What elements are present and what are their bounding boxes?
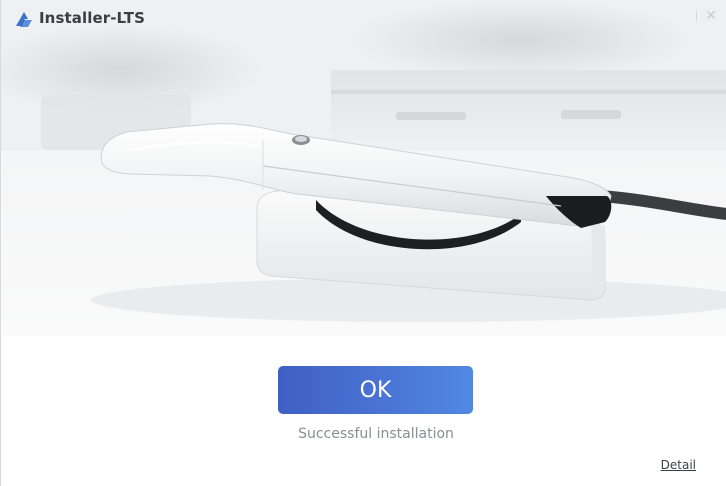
scanner-illustration [1, 0, 726, 336]
installer-logo-icon [15, 11, 33, 29]
close-icon[interactable]: ✕ [696, 6, 721, 26]
ok-button[interactable]: OK [278, 366, 473, 414]
status-message: Successful installation [298, 426, 454, 442]
window-title: Installer-LTS [39, 9, 145, 27]
hero-image: Installer-LTS ✕ [1, 0, 726, 336]
title-bar: Installer-LTS ✕ [1, 0, 726, 36]
installer-window: Installer-LTS ✕ OK Successful installati… [0, 0, 726, 486]
detail-link[interactable]: Detail [661, 458, 696, 472]
